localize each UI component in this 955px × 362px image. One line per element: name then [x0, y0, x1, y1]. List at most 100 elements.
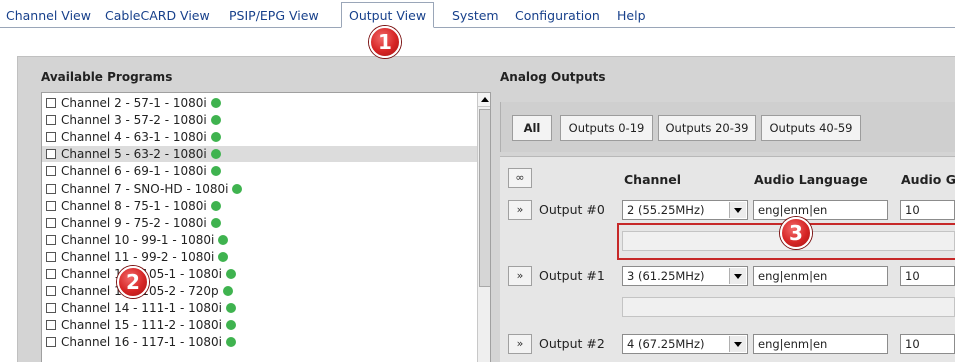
- program-label: Channel 8 - 75-1 - 1080i: [61, 198, 207, 213]
- status-dot-icon: [210, 115, 221, 126]
- callout-badge-2: 2: [117, 266, 149, 298]
- output-1-label: Output #1: [539, 268, 605, 283]
- tab-channel-view[interactable]: Channel View: [6, 8, 91, 23]
- status-dot-icon: [210, 217, 221, 228]
- program-list-item[interactable]: Channel 7 - SNO-HD - 1080i: [42, 181, 478, 197]
- output-2-channel-value: 4 (67.25MHz): [627, 337, 705, 351]
- program-checkbox[interactable]: [46, 269, 56, 279]
- program-list-item[interactable]: Channel 4 - 63-1 - 1080i: [42, 129, 478, 145]
- callout-badge-1: 1: [369, 26, 401, 58]
- output-2-expand-button[interactable]: »: [508, 334, 532, 354]
- program-checkbox[interactable]: [46, 149, 56, 160]
- status-dot-icon: [210, 166, 221, 177]
- available-programs-list[interactable]: Channel 2 - 57-1 - 1080i Channel 3 - 57-2…: [41, 92, 491, 362]
- column-header-audio-language: Audio Language: [754, 172, 868, 187]
- output-0-audio-gain-input[interactable]: 10: [900, 200, 955, 220]
- filter-outputs-0-19-button[interactable]: Outputs 0-19: [560, 115, 653, 141]
- program-list-item[interactable]: Channel 14 - 111-1 - 1080i: [42, 300, 478, 316]
- program-list-item[interactable]: Channel 15 - 111-2 - 1080i: [42, 317, 478, 333]
- program-label: Channel 9 - 75-2 - 1080i: [61, 215, 207, 230]
- program-label: Channel 7 - SNO-HD - 1080i: [61, 181, 229, 196]
- program-list-item[interactable]: Channel 12 - 105-1 - 1080i: [42, 266, 478, 282]
- scroll-thumb[interactable]: [479, 109, 490, 287]
- output-0-label: Output #0: [539, 202, 605, 217]
- program-list-item[interactable]: Channel 9 - 75-2 - 1080i: [42, 215, 478, 231]
- column-header-channel: Channel: [624, 172, 682, 187]
- status-dot-icon: [226, 303, 237, 314]
- output-1-expand-button[interactable]: »: [508, 266, 532, 286]
- callout-badge-3: 3: [780, 217, 812, 249]
- output-1-audio-language-input[interactable]: eng|enm|en: [753, 266, 888, 286]
- program-checkbox[interactable]: [46, 200, 56, 211]
- program-list-item[interactable]: Channel 13 - 105-2 - 720p: [42, 283, 478, 299]
- program-list-item[interactable]: Channel 8 - 75-1 - 1080i: [42, 198, 478, 214]
- output-1-audio-gain-input[interactable]: 10: [900, 266, 955, 286]
- output-2-audio-gain-input[interactable]: 10: [900, 334, 955, 354]
- output-0-channel-select[interactable]: 2 (55.25MHz): [622, 200, 748, 220]
- status-dot-icon: [210, 149, 221, 160]
- tab-output-view[interactable]: Output View: [341, 2, 435, 28]
- output-0-channel-value: 2 (55.25MHz): [627, 203, 705, 217]
- filter-outputs-40-59-button[interactable]: Outputs 40-59: [761, 115, 861, 141]
- output-1-channel-select[interactable]: 3 (61.25MHz): [622, 266, 748, 286]
- program-checkbox[interactable]: [46, 303, 56, 314]
- output-2-audio-language-input[interactable]: eng|enm|en: [753, 334, 888, 354]
- program-list-item[interactable]: Channel 16 - 117-1 - 1080i: [42, 334, 478, 350]
- status-dot-icon: [226, 320, 237, 331]
- program-checkbox[interactable]: [46, 132, 56, 143]
- status-dot-icon: [218, 251, 229, 262]
- chevron-down-icon[interactable]: [729, 336, 746, 352]
- program-list-item[interactable]: Channel 2 - 57-1 - 1080i: [42, 95, 478, 111]
- program-label: Channel 16 - 117-1 - 1080i: [61, 335, 223, 350]
- top-tab-bar: Channel View CableCARD View PSIP/EPG Vie…: [0, 0, 955, 30]
- program-checkbox[interactable]: [46, 217, 56, 228]
- filter-all-button[interactable]: All: [512, 115, 552, 141]
- program-checkbox[interactable]: [46, 183, 56, 194]
- program-checkbox[interactable]: [46, 251, 56, 262]
- program-checkbox[interactable]: [46, 98, 56, 108]
- program-checkbox[interactable]: [46, 286, 56, 297]
- program-list-item[interactable]: Channel 3 - 57-2 - 1080i: [42, 112, 478, 128]
- status-dot-icon: [218, 234, 229, 245]
- program-checkbox[interactable]: [46, 337, 56, 348]
- status-dot-icon: [210, 200, 221, 211]
- status-dot-icon: [210, 132, 221, 143]
- program-checkbox[interactable]: [46, 320, 56, 331]
- status-dot-icon: [210, 98, 221, 108]
- program-label: Channel 15 - 111-2 - 1080i: [61, 318, 223, 333]
- filter-outputs-20-39-button[interactable]: Outputs 20-39: [658, 115, 756, 141]
- tab-configuration[interactable]: Configuration: [515, 8, 600, 23]
- program-checkbox[interactable]: [46, 166, 56, 177]
- program-list-item[interactable]: Channel 6 - 69-1 - 1080i: [42, 163, 478, 179]
- chevron-down-icon[interactable]: [729, 202, 746, 218]
- output-1-channel-value: 3 (61.25MHz): [627, 269, 705, 283]
- program-list-item[interactable]: Channel 5 - 63-2 - 1080i: [42, 146, 478, 163]
- program-list-item[interactable]: Channel 11 - 99-2 - 1080i: [42, 249, 478, 265]
- output-filter-bar: All Outputs 0-19 Outputs 20-39 Outputs 4…: [500, 102, 955, 152]
- scroll-up-arrow-icon[interactable]: [478, 93, 490, 107]
- program-checkbox[interactable]: [46, 115, 56, 126]
- tab-help[interactable]: Help: [617, 8, 646, 23]
- program-checkbox[interactable]: [46, 234, 56, 245]
- column-header-audio-gain: Audio Ga: [901, 172, 955, 187]
- available-programs-title: Available Programs: [41, 70, 173, 84]
- status-dot-icon: [226, 337, 237, 348]
- tab-system[interactable]: System: [452, 8, 499, 23]
- program-label: Channel 3 - 57-2 - 1080i: [61, 113, 207, 128]
- tab-psip-epg-view[interactable]: PSIP/EPG View: [229, 8, 319, 23]
- chevron-down-icon[interactable]: [729, 268, 746, 284]
- status-dot-icon: [232, 183, 243, 194]
- list-scrollbar[interactable]: [477, 93, 490, 362]
- program-label: Channel 10 - 99-1 - 1080i: [61, 232, 215, 247]
- tab-bar-baseline: [0, 27, 955, 28]
- program-label: Channel 6 - 69-1 - 1080i: [61, 164, 207, 179]
- program-label: Channel 11 - 99-2 - 1080i: [61, 249, 215, 264]
- program-list-item[interactable]: Channel 10 - 99-1 - 1080i: [42, 232, 478, 248]
- program-label: Channel 4 - 63-1 - 1080i: [61, 130, 207, 145]
- tab-cablecard-view[interactable]: CableCARD View: [105, 8, 210, 23]
- output-2-channel-select[interactable]: 4 (67.25MHz): [622, 334, 748, 354]
- output-0-expand-button[interactable]: »: [508, 200, 532, 220]
- program-label: Channel 2 - 57-1 - 1080i: [61, 96, 207, 110]
- expand-all-button[interactable]: ∞: [508, 168, 532, 188]
- output-0-audio-language-input[interactable]: eng|enm|en: [753, 200, 888, 220]
